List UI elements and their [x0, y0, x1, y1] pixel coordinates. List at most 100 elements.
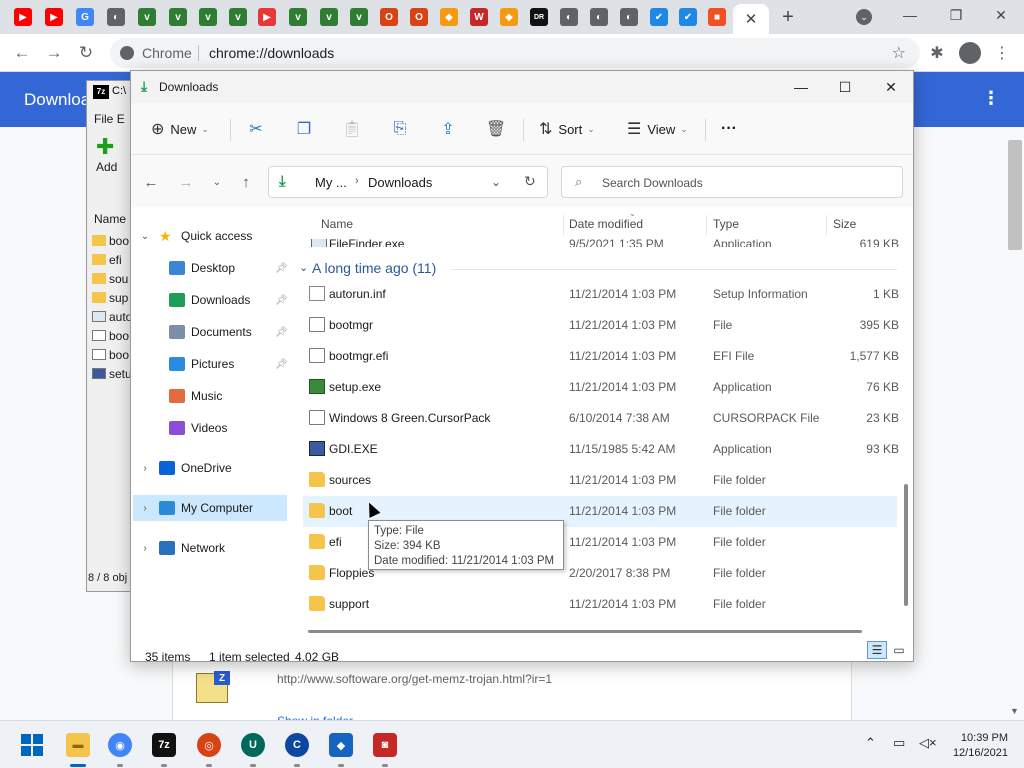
network-tray-icon[interactable]: ▭ — [893, 735, 905, 751]
breadcrumb-separator[interactable]: › — [355, 175, 359, 187]
extensions-icon[interactable]: ✱ — [927, 43, 947, 63]
rename-icon[interactable]: ⎘ — [390, 119, 410, 139]
up-arrow-icon[interactable]: ↑ — [236, 173, 256, 191]
add-plus-icon[interactable]: ✚ — [96, 134, 114, 160]
check-icon[interactable]: ✔ — [650, 8, 668, 26]
green-v-icon[interactable]: v — [138, 8, 156, 26]
share-icon[interactable]: ⇪ — [438, 119, 458, 139]
bookmark-star-icon[interactable]: ☆ — [892, 43, 906, 63]
paste-icon[interactable]: 📋︎ — [342, 119, 362, 139]
file-row[interactable]: setup.exe 11/21/2014 1:03 PM Application 76… — [303, 372, 899, 403]
nav-item-downloads[interactable]: Downloads 📌︎ — [133, 287, 288, 313]
chevron-right-icon[interactable]: › — [139, 463, 151, 474]
red-play-icon[interactable]: ▶ — [258, 8, 276, 26]
file-row[interactable]: support 11/21/2014 1:03 PM File folder — [303, 589, 897, 620]
reload-icon[interactable]: ↻ — [75, 42, 97, 64]
globe-icon[interactable]: ◐ — [107, 8, 125, 26]
nav-item-onedrive[interactable]: › OneDrive — [133, 455, 287, 481]
explorer-maximize-button[interactable]: ☐ — [833, 77, 857, 97]
chrome-app-icon[interactable]: ◉ — [108, 733, 132, 757]
defender-app-icon[interactable]: ◆ — [329, 733, 353, 757]
omnibox-url[interactable]: chrome://downloads — [209, 45, 334, 61]
chrome-menu-icon[interactable]: ⋮ — [992, 43, 1012, 63]
site-info-icon[interactable] — [120, 46, 134, 60]
page-menu-icon[interactable]: ⋮ — [982, 88, 1000, 109]
forward-arrow-icon[interactable]: → — [176, 173, 196, 191]
omnibox[interactable]: Chrome chrome://downloads ☆ — [110, 38, 920, 68]
recent-locations-icon[interactable]: ⌄ — [207, 173, 227, 191]
opera-icon[interactable]: O — [410, 8, 428, 26]
globe-icon[interactable]: ◐ — [590, 8, 608, 26]
pin-icon[interactable]: 📌︎ — [275, 295, 288, 306]
sevenzip-list-item[interactable]: boo — [92, 234, 130, 248]
recorder-app-icon[interactable]: ◙ — [373, 733, 397, 757]
globe-icon[interactable]: ◐ — [560, 8, 578, 26]
youtube-icon[interactable]: ▶ — [14, 8, 32, 26]
sevenzip-list-item[interactable]: sou — [92, 272, 130, 286]
pin-icon[interactable]: 📌︎ — [275, 263, 288, 274]
tab-search-icon[interactable]: ⌄ — [856, 9, 872, 25]
more-options-button[interactable]: ··· — [721, 119, 737, 139]
volume-muted-icon[interactable]: ◁× — [919, 735, 937, 751]
view-button[interactable]: ☰ View ⌄ — [627, 119, 688, 139]
chevron-right-icon[interactable]: › — [139, 543, 151, 554]
tray-overflow-icon[interactable]: ⌃ — [865, 735, 876, 751]
group-header[interactable]: A long time ago (11) — [312, 260, 436, 276]
file-row[interactable]: bootmgr.efi 11/21/2014 1:03 PM EFI File 1,5… — [303, 341, 899, 372]
chevron-right-icon[interactable]: › — [139, 503, 151, 514]
sevenzip-list-item[interactable]: setu — [92, 367, 130, 381]
back-icon[interactable]: ← — [11, 42, 33, 64]
nav-item-network[interactable]: › Network — [133, 535, 287, 561]
diamond-icon[interactable]: ◆ — [440, 8, 458, 26]
chrome-close-button[interactable]: ✕ — [989, 4, 1013, 26]
nav-item-desktop[interactable]: Desktop 📌︎ — [133, 255, 288, 281]
chrome-minimize-button[interactable]: — — [898, 4, 922, 26]
chevron-down-icon[interactable]: ⌄ — [139, 231, 151, 242]
sevenzip-list-item[interactable]: sup — [92, 291, 130, 305]
google-icon[interactable]: G — [76, 8, 94, 26]
sevenzip-list-item[interactable]: boo — [92, 329, 130, 343]
file-list-hscrollbar[interactable] — [308, 630, 862, 633]
new-tab-button[interactable]: + — [777, 6, 799, 28]
delete-icon[interactable]: 🗑︎ — [486, 119, 506, 139]
search-input[interactable]: Search Downloads — [602, 176, 703, 190]
green-v-icon[interactable]: v — [199, 8, 217, 26]
nav-item-my-computer[interactable]: › My Computer — [133, 495, 287, 521]
breadcrumb-downloads[interactable]: Downloads — [368, 175, 432, 190]
microsoft-icon[interactable]: ■ — [708, 8, 726, 26]
download-url[interactable]: http://www.softoware.org/get-memz-trojan… — [277, 672, 552, 686]
nav-item-documents[interactable]: Documents 📌︎ — [133, 319, 288, 345]
sevenzip-list-item[interactable]: efi — [92, 253, 130, 267]
chrome-scrollbar-thumb[interactable] — [1008, 140, 1022, 250]
scroll-down-icon[interactable]: ▼ — [1010, 706, 1019, 716]
nav-item-pictures[interactable]: Pictures 📌︎ — [133, 351, 288, 377]
start-windows-icon[interactable] — [20, 733, 44, 757]
green-v-icon[interactable]: v — [320, 8, 338, 26]
file-row[interactable]: autorun.inf 11/21/2014 1:03 PM Setup Infor… — [303, 279, 899, 310]
nav-item-music[interactable]: Music — [133, 383, 287, 409]
cut-icon[interactable]: ✂ — [246, 119, 266, 139]
file-list-scrollbar[interactable] — [904, 484, 908, 606]
green-v-icon[interactable]: v — [229, 8, 247, 26]
sevenzip-app-icon[interactable]: 7z — [152, 733, 176, 757]
search-box[interactable]: ⌕ Search Downloads — [561, 166, 903, 198]
sevenzip-add-label[interactable]: Add — [96, 160, 117, 174]
explorer-titlebar[interactable]: ⤓ Downloads — ☐ ✕ — [131, 71, 913, 103]
column-header-name[interactable]: Name — [321, 217, 353, 231]
pin-icon[interactable]: 📌︎ — [275, 327, 288, 338]
refresh-icon[interactable]: ↻ — [524, 173, 536, 190]
green-v-icon[interactable]: v — [169, 8, 187, 26]
globe-icon[interactable]: ◐ — [620, 8, 638, 26]
pin-icon[interactable]: 📌︎ — [275, 359, 288, 370]
explorer-app-icon[interactable]: ▬ — [66, 733, 90, 757]
w-icon[interactable]: W — [470, 8, 488, 26]
address-dropdown-icon[interactable]: ⌄ — [491, 175, 501, 189]
diamond-icon[interactable]: ◆ — [500, 8, 518, 26]
c-app-icon[interactable]: C — [285, 733, 309, 757]
details-view-icon[interactable]: ☰ — [867, 641, 887, 659]
profile-avatar[interactable] — [959, 42, 981, 64]
back-arrow-icon[interactable]: ← — [141, 173, 161, 191]
opera-app-icon[interactable]: ◎ — [197, 733, 221, 757]
sort-button[interactable]: ⇅ Sort ⌄ — [539, 119, 595, 139]
tab-close-icon[interactable]: ✕ — [745, 10, 758, 28]
